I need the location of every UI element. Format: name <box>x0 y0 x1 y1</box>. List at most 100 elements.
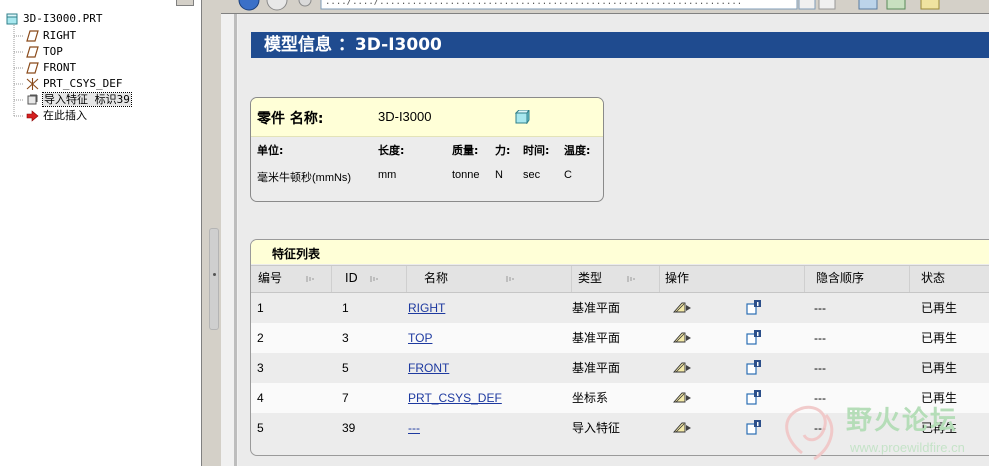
cell-status: 已再生 <box>921 331 958 345</box>
address-dropdown-icon <box>798 0 816 10</box>
tree-item-front[interactable]: FRONT <box>26 60 76 75</box>
cell-number: 1 <box>257 301 264 315</box>
units-value: 毫米牛顿秒(mmNs) <box>257 172 352 184</box>
feature-name-link[interactable]: PRT_CSYS_DEF <box>408 391 502 405</box>
page-header: 模型信息 ：3D-I3000 <box>251 32 989 58</box>
column-header-number[interactable]: 编号 <box>251 266 332 292</box>
part-name-value: 3D-I3000 <box>378 109 432 124</box>
cell-type: 基准平面 <box>572 331 621 345</box>
units-header: 单位: <box>257 144 284 157</box>
time-value: sec <box>523 169 541 181</box>
part-model-icon[interactable] <box>515 110 530 124</box>
tree-root-label: 3D-I3000.PRT <box>23 12 103 25</box>
datum-plane-icon <box>26 30 39 42</box>
splitter-handle[interactable] <box>209 228 219 330</box>
tree-item-insert-here[interactable]: 在此插入 <box>26 108 87 123</box>
length-value: mm <box>378 169 397 181</box>
feature-list-title: 特征列表 <box>272 247 321 261</box>
edit-feature-icon[interactable] <box>673 420 692 434</box>
sort-icon[interactable] <box>506 276 516 282</box>
feature-info-icon[interactable] <box>746 360 762 375</box>
cell-number: 4 <box>257 391 264 405</box>
insert-here-arrow-icon <box>26 110 39 122</box>
edit-feature-icon[interactable] <box>673 360 692 374</box>
part-info-header: 零件 名称: 3D-I3000 <box>251 98 603 137</box>
feature-table-header: 编号 ID 名称 类型 操作 隐含顺序 状态 <box>251 265 989 293</box>
feature-name-link[interactable]: TOP <box>408 331 432 345</box>
column-header-id[interactable]: ID <box>331 266 407 292</box>
refresh-icon <box>298 0 312 7</box>
tree-item-label: 在此插入 <box>43 109 87 122</box>
sort-icon[interactable] <box>627 276 637 282</box>
edit-feature-icon[interactable] <box>673 330 692 344</box>
edit-feature-icon[interactable] <box>673 390 692 404</box>
cell-id: 3 <box>342 331 349 345</box>
tree-item-top[interactable]: TOP <box>26 44 63 59</box>
feature-info-icon[interactable] <box>746 390 762 405</box>
column-header-type[interactable]: 类型 <box>571 266 660 292</box>
stop-icon <box>818 0 836 10</box>
feature-name-link[interactable]: FRONT <box>408 361 449 375</box>
cell-id: 39 <box>342 421 356 435</box>
forward-button-icon <box>266 0 288 11</box>
column-header-label: 状态 <box>921 271 946 285</box>
csys-icon <box>26 78 39 90</box>
force-header: 力: <box>495 144 511 157</box>
sort-icon[interactable] <box>370 276 380 282</box>
feature-name-link[interactable]: RIGHT <box>408 301 445 315</box>
part-name-label: 零件 名称: <box>257 111 324 127</box>
cell-name: TOP <box>408 323 432 353</box>
tree-item-import-feature[interactable]: 导入特征 标识39 <box>26 92 132 107</box>
address-text[interactable]: ..../..../..............................… <box>325 0 742 7</box>
cell-name: --- <box>408 413 420 443</box>
column-header-label: ID <box>345 271 358 285</box>
cell-id: 1 <box>342 301 349 315</box>
mass-value: tonne <box>452 169 480 181</box>
mass-header: 质量: <box>452 144 479 157</box>
table-row: 3 5 FRONT 基准平面 --- 已再生 <box>251 353 989 383</box>
tree-root-node[interactable]: 3D-I3000.PRT <box>6 11 102 26</box>
table-row: 2 3 TOP 基准平面 --- 已再生 <box>251 323 989 353</box>
tree-item-label: RIGHT <box>43 29 77 42</box>
length-header: 长度: <box>378 144 405 157</box>
feature-info-icon[interactable] <box>746 330 762 345</box>
page-title: 模型信息 ：3D-I3000 <box>264 35 442 55</box>
feature-list-caption: 特征列表 <box>251 240 989 264</box>
cell-suppress-order: --- <box>814 301 826 315</box>
column-header-name[interactable]: 名称 <box>406 266 572 292</box>
toolbar-icon-1 <box>858 0 878 10</box>
toolbar-icon-3 <box>920 0 940 10</box>
feature-name-link[interactable]: --- <box>408 421 420 435</box>
cell-suppress-order: --- <box>814 331 826 345</box>
splitter-grip-dot <box>213 273 216 276</box>
cell-name: PRT_CSYS_DEF <box>408 383 502 413</box>
time-header: 时间: <box>523 144 550 157</box>
cell-status: 已再生 <box>921 361 958 375</box>
cell-number: 5 <box>257 421 264 435</box>
part-info-card: 零件 名称: 3D-I3000 单位: 长度: 质量: 力: 时间: 温度: 毫… <box>250 97 604 202</box>
table-row: 1 1 RIGHT 基准平面 --- 已再生 <box>251 293 989 323</box>
back-button-icon <box>238 0 260 11</box>
sort-icon[interactable] <box>306 276 316 282</box>
part-icon <box>6 13 19 25</box>
page-border <box>234 14 237 466</box>
edit-feature-icon[interactable] <box>673 300 692 314</box>
tree-item-right[interactable]: RIGHT <box>26 28 76 43</box>
cell-type: 导入特征 <box>572 421 621 435</box>
column-header-label: 隐含顺序 <box>816 271 865 285</box>
tree-item-csys[interactable]: PRT_CSYS_DEF <box>26 76 122 91</box>
cell-type: 基准平面 <box>572 301 621 315</box>
tree-item-label: TOP <box>43 45 63 58</box>
feature-info-icon[interactable] <box>746 420 762 435</box>
column-header-operation: 操作 <box>659 266 805 292</box>
import-feature-icon <box>26 94 39 106</box>
temperature-value: C <box>564 169 572 181</box>
tree-scroll-button[interactable] <box>176 0 194 6</box>
feature-info-icon[interactable] <box>746 300 762 315</box>
datum-plane-icon <box>26 46 39 58</box>
cell-number: 2 <box>257 331 264 345</box>
temperature-header: 温度: <box>564 144 591 157</box>
tree-item-label: PRT_CSYS_DEF <box>43 77 123 90</box>
tree-item-label: FRONT <box>43 61 77 74</box>
column-header-status: 状态 <box>909 266 989 292</box>
